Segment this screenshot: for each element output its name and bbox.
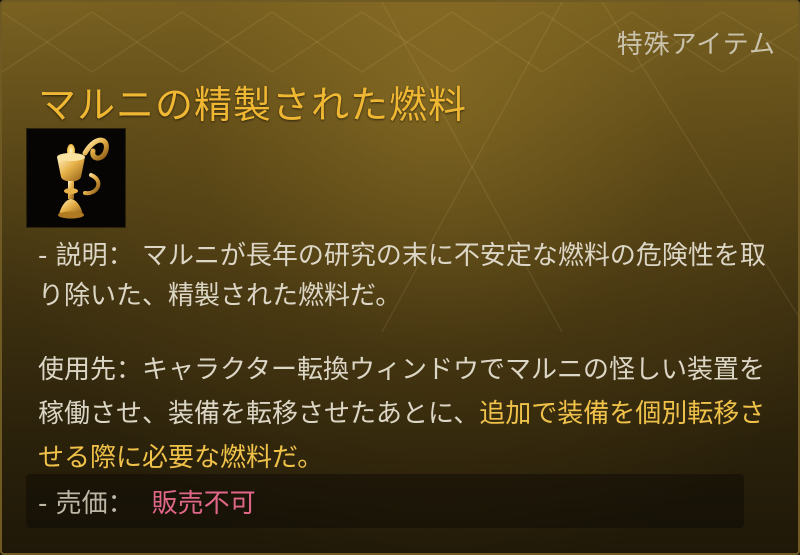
description-label: - 説明： [38,241,134,271]
price-row: - 売価： 販売不可 [26,474,744,528]
item-category: 特殊アイテム [616,30,776,60]
price-value: 販売不可 [151,488,256,519]
item-title: マルニの精製された燃料 [38,83,468,127]
price-label: - 売価： [38,488,134,519]
item-usage: 使用先：キャラクター転換ウィンドウでマルニの怪しい装置を稼働させ、装備を転移させ… [38,348,768,480]
item-icon-frame [26,128,126,228]
description-text: マルニが長年の研究の末に不安定な燃料の危険性を取り除いた、精製された燃料だ。 [38,241,766,311]
golden-oil-lamp-icon [57,137,109,219]
item-description: - 説明： マルニが長年の研究の末に不安定な燃料の危険性を取り除いた、精製された… [38,236,768,316]
item-tooltip: 特殊アイテム マルニの精製された燃料 - 説明： マルニが長年の研究の末に不安定… [0,0,800,555]
